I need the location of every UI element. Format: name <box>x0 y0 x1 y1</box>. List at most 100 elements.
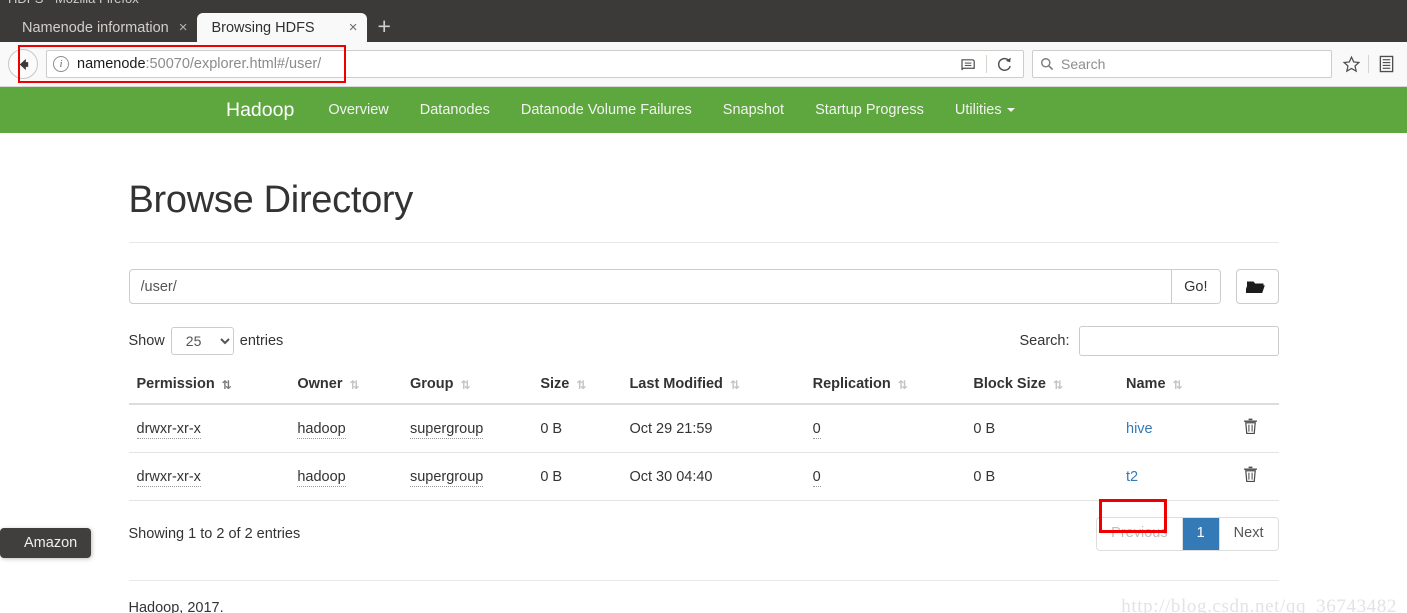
close-icon[interactable]: × <box>349 20 358 35</box>
cell-name: hive <box>1118 404 1223 453</box>
sort-icon: ⇅ <box>221 378 232 392</box>
table-header-row: Permission ⇅ Owner ⇅ Group ⇅ Size ⇅ Last Mod… <box>128 370 1279 405</box>
trash-icon[interactable] <box>1243 418 1258 439</box>
tab-label: Browsing HDFS <box>211 19 315 36</box>
sort-icon: ⇅ <box>460 378 470 392</box>
tab-label: Namenode information <box>22 19 169 36</box>
page-size-select[interactable]: 25 <box>170 327 234 355</box>
cell-actions <box>1222 404 1279 453</box>
path-row: Go! <box>128 269 1279 304</box>
table-search-group: Search: <box>1020 326 1279 356</box>
tab-namenode-information[interactable]: Namenode information × <box>8 13 198 42</box>
replication-value: 0 <box>812 468 821 487</box>
column-header-owner[interactable]: Owner ⇅ <box>289 370 402 405</box>
pagination-page-1[interactable]: 1 <box>1182 518 1220 550</box>
table-row: drwxr-xr-x hadoop supergroup 0 B Oct 30 … <box>128 452 1279 501</box>
search-label: Search: <box>1019 333 1070 349</box>
sort-icon: ⇅ <box>1052 378 1063 392</box>
cell-size: 0 B <box>532 452 622 501</box>
window-title: HDFS - Mozilla Firefox <box>8 0 139 6</box>
new-tab-icon[interactable]: + <box>367 15 400 42</box>
column-label: Replication <box>812 376 891 392</box>
replication-value: 0 <box>812 420 821 439</box>
pagination-previous[interactable]: Previous <box>1097 518 1183 550</box>
column-label: Name <box>1126 376 1166 392</box>
permission-value: drwxr-xr-x <box>136 468 201 487</box>
url-bar[interactable]: i namenode:50070/explorer.html#/user/ <box>46 50 1024 78</box>
pagination-next[interactable]: Next <box>1219 518 1278 550</box>
cell-group: supergroup <box>401 452 533 501</box>
column-header-size[interactable]: Size ⇅ <box>532 370 622 405</box>
table-controls: Show 25 entries Search: <box>129 326 1279 356</box>
nav-item-snapshot[interactable]: Snapshot <box>723 102 784 118</box>
sort-icon: ⇅ <box>897 378 908 392</box>
nav-item-utilities[interactable]: Utilities <box>955 102 1015 118</box>
hadoop-brand[interactable]: Hadoop <box>226 99 294 122</box>
owner-value: hadoop <box>297 420 346 439</box>
group-value: supergroup <box>409 420 484 439</box>
cell-group: supergroup <box>401 404 533 453</box>
cell-name: t2 <box>1118 452 1223 501</box>
cell-actions <box>1222 452 1279 501</box>
bookmark-tooltip: Amazon <box>0 528 92 558</box>
column-label: Permission <box>136 376 215 392</box>
trash-icon[interactable] <box>1243 466 1258 487</box>
url-text: namenode:50070/explorer.html#/user/ <box>77 56 321 72</box>
column-header-permission[interactable]: Permission ⇅ <box>128 370 290 405</box>
nav-item-startup-progress[interactable]: Startup Progress <box>815 102 924 118</box>
page-content: Hadoop Overview Datanodes Datanode Volum… <box>0 87 1407 613</box>
column-label: Last Modified <box>629 376 723 392</box>
show-entries-group: Show 25 entries <box>128 327 284 355</box>
bookmark-star-icon[interactable] <box>1338 52 1364 76</box>
search-icon <box>1041 58 1054 71</box>
cell-size: 0 B <box>532 404 622 453</box>
library-icon[interactable] <box>1373 52 1399 76</box>
toolbar-trailing-actions <box>1338 52 1399 76</box>
nav-item-datanode-volume-failures[interactable]: Datanode Volume Failures <box>521 102 692 118</box>
site-info-icon[interactable]: i <box>53 56 69 72</box>
file-link-hive[interactable]: hive <box>1126 421 1153 437</box>
main-container: Browse Directory Go! Show <box>128 133 1279 613</box>
reload-icon[interactable] <box>991 52 1017 76</box>
file-link-t2[interactable]: t2 <box>1126 469 1138 485</box>
back-button[interactable] <box>8 49 38 79</box>
sort-icon: ⇅ <box>349 378 359 392</box>
close-icon[interactable]: × <box>179 20 188 35</box>
nav-item-label: Utilities <box>954 102 1002 118</box>
browser-search-box[interactable]: Search <box>1032 50 1332 78</box>
cell-replication: 0 <box>804 404 966 453</box>
path-input[interactable] <box>129 270 1172 303</box>
pagination: Previous 1 Next <box>1096 517 1279 551</box>
sort-icon: ⇅ <box>576 378 586 392</box>
go-button[interactable]: Go! <box>1171 270 1220 303</box>
title-divider <box>128 242 1279 243</box>
cell-last-modified: Oct 29 21:59 <box>621 404 805 453</box>
cell-permission: drwxr-xr-x <box>128 452 290 501</box>
table-search-input[interactable] <box>1078 326 1279 356</box>
column-header-block-size[interactable]: Block Size ⇅ <box>965 370 1119 405</box>
cell-block-size: 0 B <box>965 452 1119 501</box>
show-label: Show <box>128 333 165 349</box>
column-header-name[interactable]: Name ⇅ <box>1118 370 1223 405</box>
reader-view-icon[interactable] <box>956 52 982 76</box>
table-footer: Showing 1 to 2 of 2 entries Previous 1 N… <box>129 517 1279 551</box>
nav-item-overview[interactable]: Overview <box>328 102 388 118</box>
sort-icon: ⇅ <box>1172 378 1183 392</box>
footer-copyright: Hadoop, 2017. <box>128 599 224 613</box>
cell-owner: hadoop <box>289 452 402 501</box>
chevron-down-icon <box>1006 108 1015 113</box>
column-header-group[interactable]: Group ⇅ <box>401 370 533 405</box>
open-folder-icon[interactable] <box>1235 269 1279 304</box>
column-header-replication[interactable]: Replication ⇅ <box>804 370 966 405</box>
column-header-last-modified[interactable]: Last Modified ⇅ <box>621 370 805 405</box>
tab-browsing-hdfs[interactable]: Browsing HDFS × <box>197 13 368 42</box>
entries-label: entries <box>239 333 284 349</box>
footer-divider <box>128 579 1279 581</box>
browser-toolbar: i namenode:50070/explorer.html#/user/ Se… <box>0 42 1407 87</box>
cell-last-modified: Oct 30 04:40 <box>621 452 805 501</box>
column-label: Owner <box>297 376 343 392</box>
watermark: http://blog.csdn.net/qq_36743482 <box>1121 596 1397 613</box>
nav-item-datanodes[interactable]: Datanodes <box>420 102 490 118</box>
table-body: drwxr-xr-x hadoop supergroup 0 B Oct 29 … <box>128 404 1279 501</box>
group-value: supergroup <box>409 468 484 487</box>
